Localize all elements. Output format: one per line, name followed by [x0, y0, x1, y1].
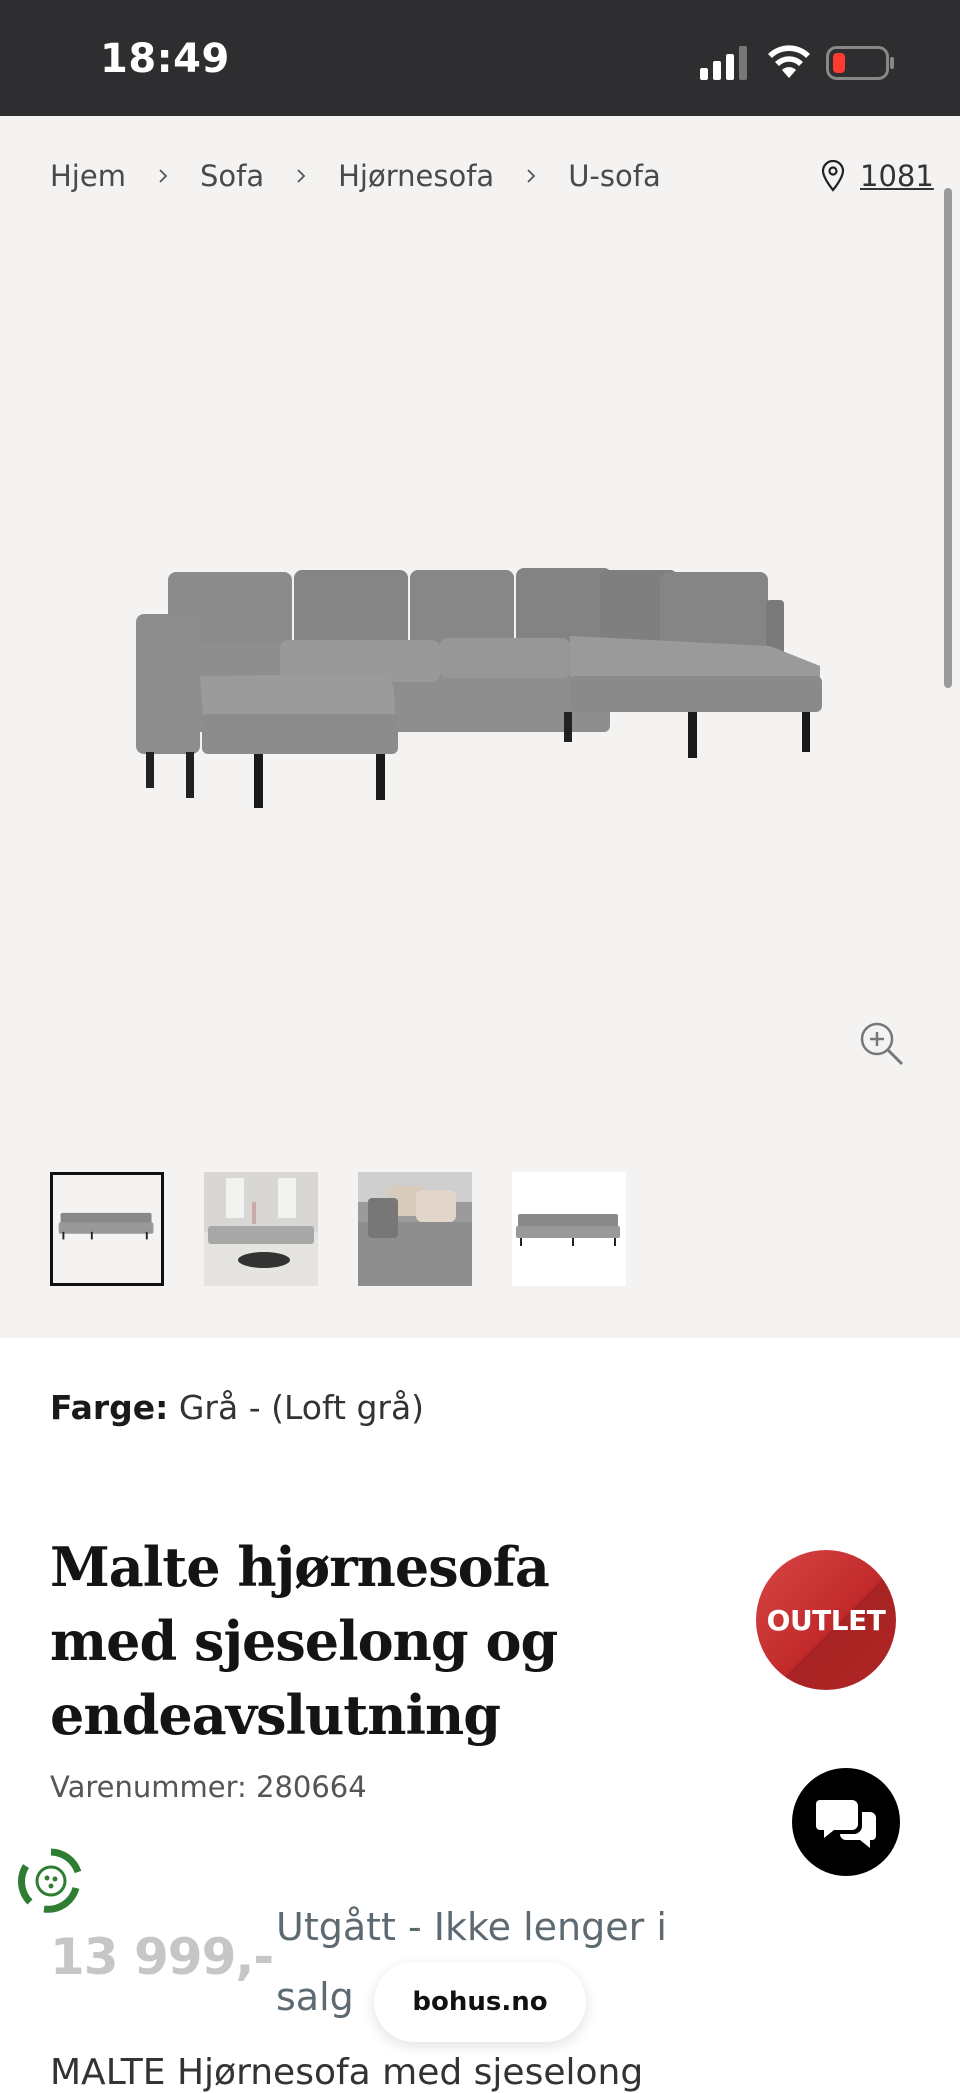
- thumbnail-3[interactable]: [358, 1172, 472, 1286]
- color-label: Farge:: [50, 1388, 169, 1427]
- scrollbar[interactable]: [944, 188, 952, 688]
- site-domain-pill[interactable]: bohus.no: [374, 1962, 586, 2042]
- thumbnail-room-image: [204, 1172, 318, 1286]
- thumbnail-2[interactable]: [204, 1172, 318, 1286]
- wifi-icon: [768, 45, 810, 78]
- breadcrumb-home[interactable]: Hjem: [50, 159, 126, 193]
- zoom-in-icon[interactable]: [858, 1020, 904, 1066]
- breadcrumb-u-sofa[interactable]: U-sofa: [568, 159, 661, 193]
- description-preview: MALTE Hjørnesofa med sjeselong: [50, 2052, 644, 2093]
- product-price: 13 999,-: [50, 1928, 274, 1986]
- status-time: 18:49: [100, 36, 230, 82]
- thumbnail-4[interactable]: [512, 1172, 626, 1286]
- product-sku: Varenummer: 280664: [50, 1770, 367, 1804]
- thumbnail-1[interactable]: [50, 1172, 164, 1286]
- chevron-right-icon: [159, 169, 168, 183]
- color-value: Grå - (Loft grå): [178, 1388, 425, 1427]
- chevron-right-icon: [527, 169, 536, 183]
- thumbnail-sofa-image: [53, 1175, 161, 1283]
- sustainability-icon[interactable]: [16, 1846, 86, 1916]
- postcode-value: 1081: [860, 159, 934, 193]
- breadcrumb: Hjem Sofa Hjørnesofa U-sofa: [50, 156, 661, 196]
- breadcrumb-corner-sofa[interactable]: Hjørnesofa: [338, 159, 494, 193]
- thumbnail-strip: [50, 1172, 626, 1286]
- thumbnail-detail-image: [358, 1172, 472, 1286]
- battery-icon: [826, 46, 894, 80]
- color-row: Farge: Grå - (Loft grå): [50, 1388, 424, 1427]
- postcode-selector[interactable]: 1081: [820, 156, 934, 196]
- breadcrumb-sofa[interactable]: Sofa: [200, 159, 264, 193]
- chat-icon: [816, 1800, 876, 1848]
- thumbnail-sofa-front-image: [512, 1172, 626, 1286]
- product-title: Malte hjørnesofa med sjeselong og endeav…: [50, 1535, 558, 1747]
- product-gallery: Hjem Sofa Hjørnesofa U-sofa 1081: [0, 116, 960, 1338]
- chevron-right-icon: [297, 169, 306, 183]
- status-bar: 18:49: [0, 0, 960, 116]
- location-pin-icon: [821, 160, 845, 192]
- outlet-badge-label: OUTLET: [766, 1603, 886, 1637]
- outlet-badge: OUTLET: [756, 1550, 896, 1690]
- chat-button[interactable]: [792, 1768, 900, 1876]
- site-domain-label: bohus.no: [412, 1987, 548, 2017]
- signal-icon: [700, 46, 747, 80]
- product-main-image[interactable]: [130, 566, 830, 926]
